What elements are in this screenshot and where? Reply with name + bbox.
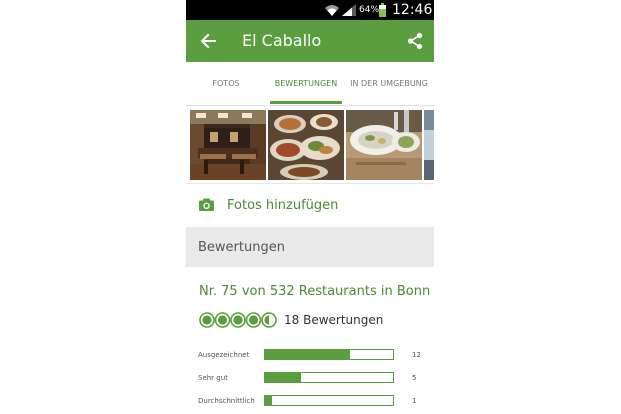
seafood-dish-photo[interactable] [346,110,422,180]
tab-bar: FOTOS BEWERTUNGEN IN DER UMGEBUNG [186,62,434,106]
partial-photo[interactable] [424,110,434,180]
app-bar: El Caballo [186,20,434,62]
add-photos-label: Fotos hinzufügen [227,198,339,213]
rating-bubble-fill [233,315,243,325]
clock: 12:46 [392,2,433,18]
tab-fotos[interactable]: FOTOS [186,62,266,106]
rating-count: 1 [412,397,417,405]
active-tab-indicator [270,101,342,104]
photo-strip[interactable] [186,108,434,182]
rating-bubbles [199,312,277,328]
battery-icon [379,3,386,17]
rating-label: Sehr gut [198,374,228,382]
rating-row-average[interactable]: Durchschnittlich 1 [186,394,434,408]
rating-count: 12 [412,351,421,359]
rating-bubble-fill [217,315,228,325]
page-title: El Caballo [242,31,322,50]
rating-row-excellent[interactable]: Ausgezeichnet 12 [186,348,434,362]
rating-bar-fill [265,396,273,405]
review-count[interactable]: 18 Bewertungen [284,312,383,328]
rating-bar [264,395,394,406]
restaurant-interior-photo[interactable] [190,110,266,180]
status-bar: 64% 12:46 [186,0,434,20]
reviews-section-header: Bewertungen [186,227,434,267]
signal-icon [342,4,356,16]
rating-count: 5 [412,374,417,382]
rating-label: Ausgezeichnet [198,351,250,359]
rating-bubble-fill [202,315,212,325]
rating-bubble-fill [248,315,259,325]
wifi-icon [325,5,339,16]
rating-label: Durchschnittlich [198,397,255,405]
rating-bar-fill [265,373,301,382]
divider [186,105,434,106]
rating-bar [264,372,394,383]
share-icon[interactable] [406,32,424,50]
add-photos-button[interactable]: Fotos hinzufügen [186,187,434,225]
ranking-link[interactable]: Nr. 75 von 532 Restaurants in Bonn [199,283,430,301]
rating-row-very-good[interactable]: Sehr gut 5 [186,371,434,385]
food-platter-photo[interactable] [268,110,344,180]
divider [186,183,434,184]
phone-screen: 64% 12:46 El Caballo FOTOS BEWERTUNGEN I… [186,0,434,414]
rating-bar [264,349,394,360]
tab-bewertungen[interactable]: BEWERTUNGEN [266,62,346,106]
arrow-left-icon[interactable] [200,32,216,50]
rating-bar-fill [265,350,351,359]
camera-icon [199,198,214,211]
section-title: Bewertungen [198,240,285,255]
battery-percentage: 64% [359,5,380,15]
tab-in-der-umgebung[interactable]: IN DER UMGEBUNG [344,62,434,106]
